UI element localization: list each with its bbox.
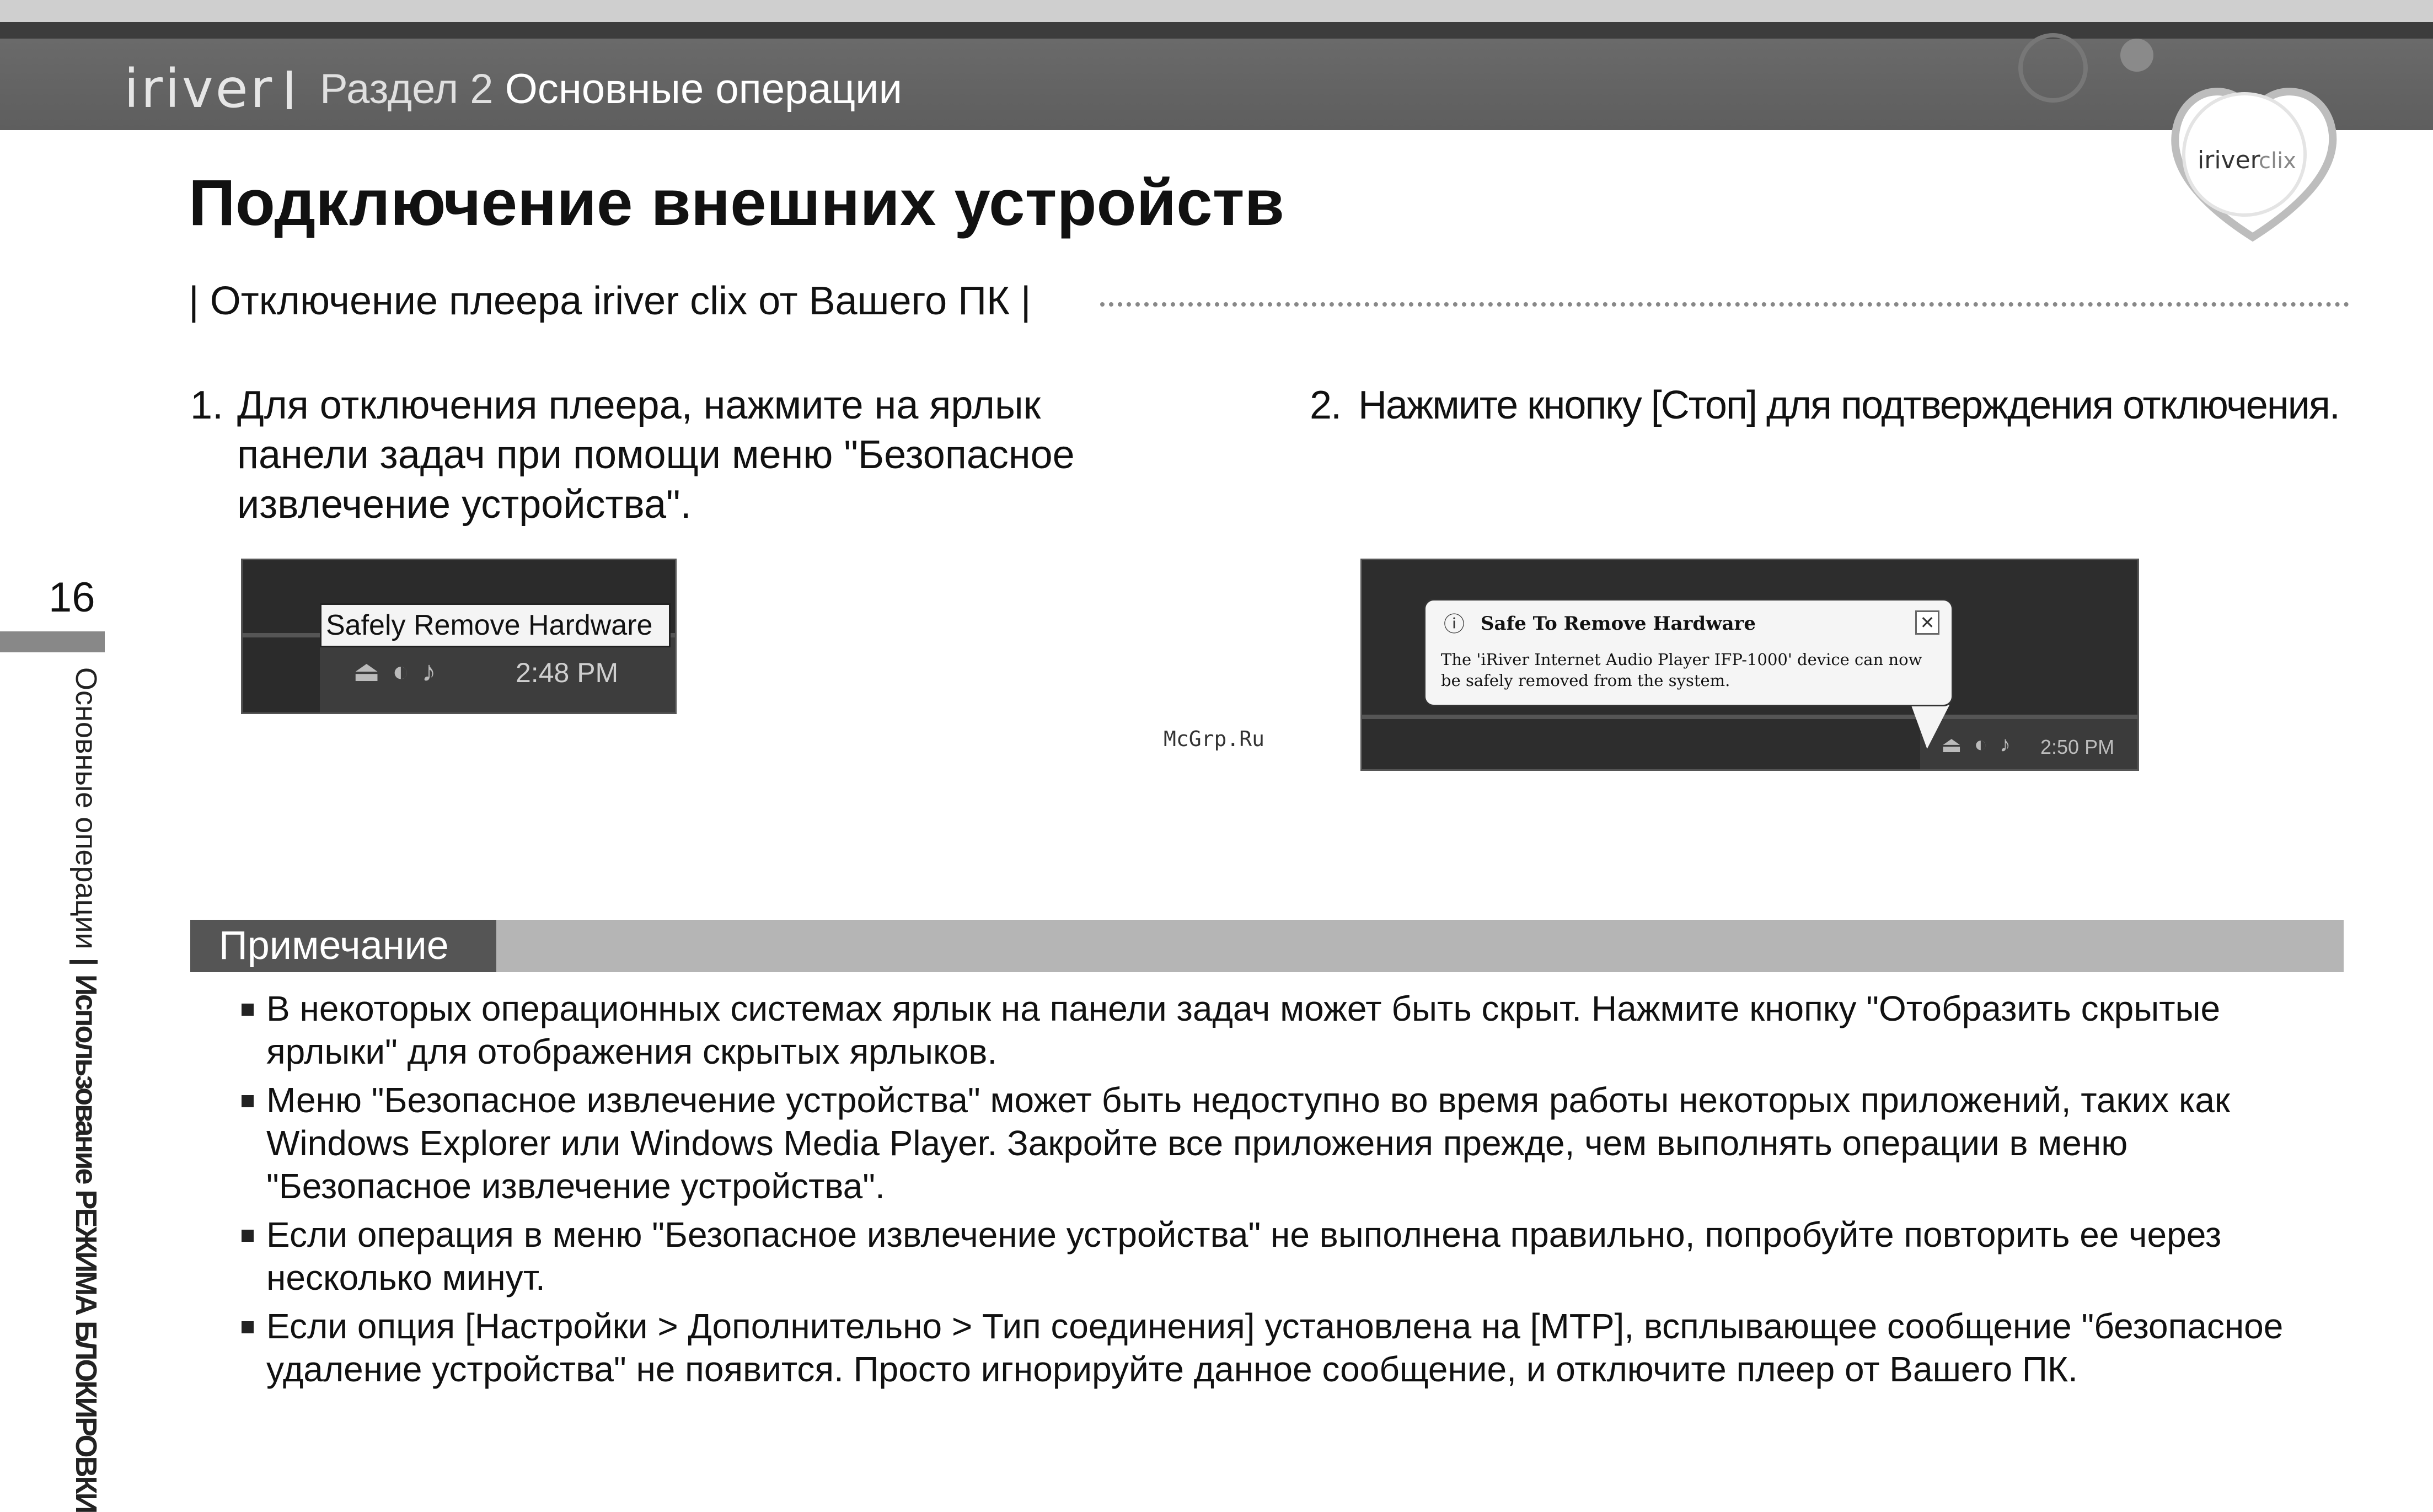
page-number: 16 <box>49 574 95 621</box>
safely-remove-icon[interactable]: ⏏ <box>353 655 380 688</box>
header-separator <box>287 71 292 109</box>
tray-clock: 2:48 PM <box>516 657 619 688</box>
section-heading: Раздел 2 Основные операции <box>320 65 902 113</box>
bullet-icon <box>242 1095 254 1107</box>
section-title: Основные операции <box>505 66 903 112</box>
decor-circle-left <box>2018 33 2088 103</box>
section-prefix: Раздел 2 <box>320 66 494 112</box>
step-2: 2. Нажмите кнопку [Стоп] для подтвержден… <box>1310 380 2357 430</box>
badge-brand: iriver <box>2198 146 2261 174</box>
note-label: Примечание <box>190 920 496 972</box>
brand-logo: iriver <box>124 58 275 120</box>
step-line: панели задач при помощи меню "Безопасное <box>237 433 1075 477</box>
note-item: Если операция в меню "Безопасное извлече… <box>242 1213 2337 1299</box>
volume-icon[interactable]: ♪ <box>2000 732 2011 758</box>
bullet-icon <box>242 1004 254 1016</box>
taskbar-screenshot-2: ⓘ Safe To Remove Hardware ✕ The 'iRiver … <box>1360 559 2139 771</box>
close-icon[interactable]: ✕ <box>1915 610 1939 635</box>
step-number: 2. <box>1310 383 1342 427</box>
network-icon[interactable]: ◐ <box>1974 732 1987 758</box>
step-line: Для отключения плеера, нажмите на ярлык <box>237 383 1041 427</box>
side-chapter-label: Основные операции | Использование РЕЖИМА… <box>69 667 103 1512</box>
decor-dot <box>2120 39 2153 72</box>
bullet-icon <box>242 1230 254 1242</box>
safe-to-remove-balloon[interactable]: ⓘ Safe To Remove Hardware ✕ The 'iRiver … <box>1424 599 1953 706</box>
side-chapter: Основные операции <box>69 667 103 950</box>
step-number: 1. <box>190 383 224 427</box>
volume-icon[interactable]: ♪ <box>422 655 436 688</box>
bullet-icon <box>242 1321 254 1333</box>
step-1: 1. Для отключения плеера, нажмите на ярл… <box>190 380 1238 529</box>
clix-heart-badge: iriver clix <box>2171 88 2337 242</box>
taskbar-screenshot-1: Safely Remove Hardware ⏏ ◐ ♪ 2:48 PM <box>241 559 677 714</box>
safely-remove-tooltip[interactable]: Safely Remove Hardware <box>320 603 671 647</box>
balloon-title: Safe To Remove Hardware <box>1481 613 1756 635</box>
taskbar-edge <box>1362 715 2137 719</box>
note-item: Меню "Безопасное извлечение устройства" … <box>242 1079 2337 1208</box>
page-header: iriver Раздел 2 Основные операции <box>0 0 2433 130</box>
note-item: Если опция [Настройки > Дополнительно > … <box>242 1305 2337 1391</box>
page-title: Подключение внешних устройств <box>189 167 1285 239</box>
note-list: В некоторых операционных системах ярлык … <box>242 987 2337 1396</box>
safely-remove-icon[interactable]: ⏏ <box>1941 732 1962 758</box>
side-tab-mark <box>0 631 105 652</box>
subsection-title: | Отключение плеера iriver clix от Вашег… <box>189 279 1031 323</box>
side-topic: Использование РЕЖИМА БЛОКИРОВКИ <box>69 974 103 1512</box>
note-header-bar: Примечание <box>190 920 2344 972</box>
tray-clock: 2:50 PM <box>2040 736 2115 758</box>
note-text: В некоторых операционных системах ярлык … <box>266 989 2221 1071</box>
note-text: Меню "Безопасное извлечение устройства" … <box>266 1080 2230 1206</box>
note-text: Если опция [Настройки > Дополнительно > … <box>266 1306 2284 1389</box>
note-item: В некоторых операционных системах ярлык … <box>242 987 2337 1073</box>
watermark: McGrp.Ru <box>1164 727 1265 751</box>
step-line: извлечение устройства". <box>237 482 692 527</box>
dotted-rule <box>1100 302 2349 307</box>
info-icon: ⓘ <box>1443 613 1465 636</box>
step-line: Нажмите кнопку [Стоп] для подтверждения … <box>1358 383 2340 427</box>
balloon-text: The 'iRiver Internet Audio Player IFP-10… <box>1441 650 1922 690</box>
side-separator: | <box>69 957 103 966</box>
badge-model: clix <box>2259 148 2296 174</box>
network-icon[interactable]: ◐ <box>392 655 409 688</box>
note-text: Если операция в меню "Безопасное извлече… <box>266 1215 2222 1297</box>
